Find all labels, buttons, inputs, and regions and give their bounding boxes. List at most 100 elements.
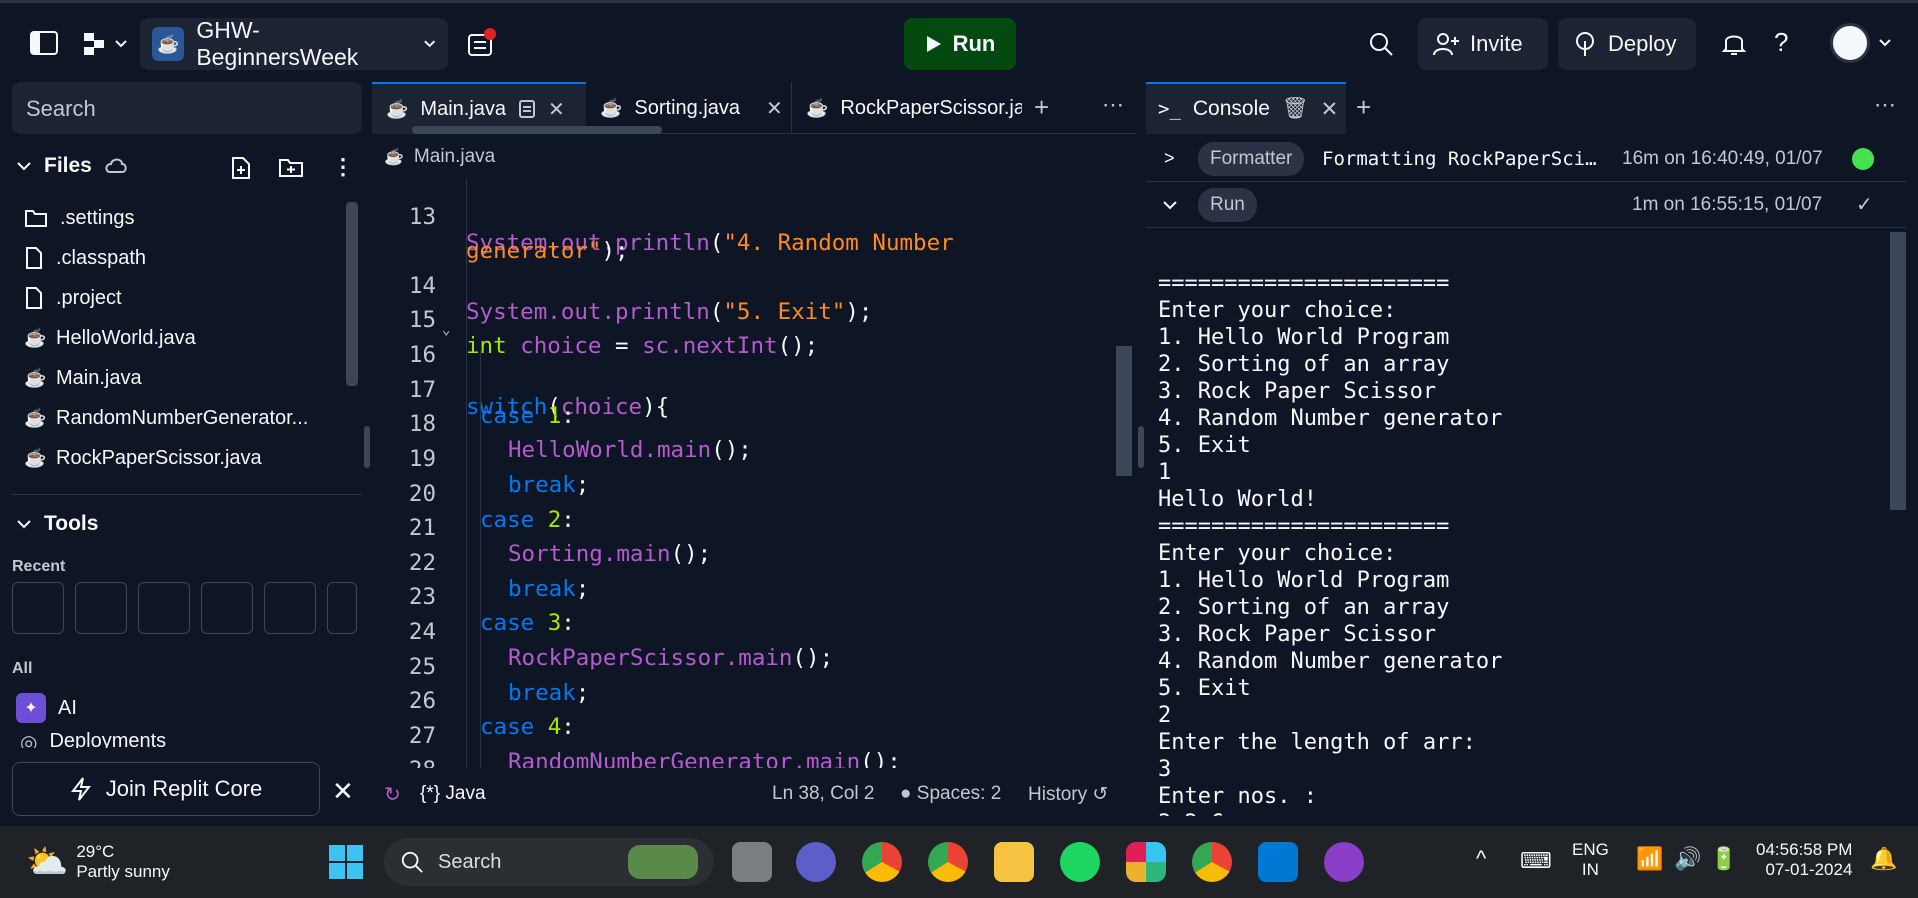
close-tab-icon[interactable]: ✕	[548, 97, 565, 122]
file-explorer-icon[interactable]	[994, 842, 1034, 882]
wifi-icon[interactable]: 📶	[1636, 846, 1663, 872]
windows-start-icon[interactable]	[328, 844, 364, 885]
sidebar-toggle-icon[interactable]	[30, 31, 58, 55]
avatar[interactable]	[1830, 23, 1892, 63]
file-tree: .settings .classpath .project ☕ HelloWor…	[12, 200, 362, 486]
file-tree-item[interactable]: .settings	[24, 200, 134, 236]
fold-chevron-icon[interactable]: ⌄	[442, 322, 450, 338]
trash-icon[interactable]: 🗑	[1282, 97, 1309, 121]
tools-title: Tools	[44, 512, 99, 535]
invite-button[interactable]: Invite	[1418, 18, 1548, 70]
chrome-icon[interactable]	[862, 842, 902, 882]
close-tab-icon[interactable]: ✕	[1321, 97, 1339, 122]
chrome-icon[interactable]	[1192, 842, 1232, 882]
notifications-panel-icon[interactable]	[466, 27, 496, 59]
close-icon[interactable]: ✕	[332, 776, 354, 807]
top-bar: ☕ GHW-BeginnersWeek Run Invite Deploy ?	[0, 0, 1918, 82]
close-tab-icon[interactable]: ✕	[766, 96, 783, 121]
file-tree-item[interactable]: .project	[24, 280, 122, 316]
tabs-scrollbar[interactable]	[412, 126, 662, 134]
new-folder-icon[interactable]	[278, 156, 304, 178]
more-options-icon[interactable]: ⋯	[1874, 92, 1896, 118]
deploy-button[interactable]: Deploy	[1558, 18, 1696, 70]
replit-agent-icon[interactable]: ↻	[384, 782, 401, 807]
notification-center-icon[interactable]: 🔔	[1870, 846, 1897, 872]
document-icon	[519, 100, 536, 118]
recent-tool-slot[interactable]	[138, 582, 190, 634]
code-text: generator");	[466, 238, 629, 264]
console-output[interactable]: ====================== Enter your choice…	[1158, 270, 1898, 816]
language-indicator[interactable]: ENG IN	[1572, 840, 1609, 880]
keyboard-icon[interactable]: ⌨	[1520, 848, 1552, 874]
replit-logo-icon[interactable]	[82, 31, 128, 57]
region-label: IN	[1581, 860, 1599, 879]
code-line: 14 System.out.println("5. Exit");	[372, 247, 873, 325]
recent-tool-slot[interactable]	[12, 582, 64, 634]
teams-icon[interactable]	[796, 842, 836, 882]
chevron-up-icon[interactable]: ^	[1476, 846, 1486, 872]
file-tree-item[interactable]: ☕ Main.java	[24, 360, 142, 396]
slack-icon[interactable]	[1126, 842, 1166, 882]
sidebar-resize-handle[interactable]	[364, 426, 370, 468]
console-scrollbar[interactable]	[1890, 232, 1906, 510]
tool-item-ai[interactable]: ✦ AI	[16, 690, 77, 726]
bell-icon[interactable]	[1722, 29, 1746, 57]
file-tree-item[interactable]: ☕ RandomNumberGenerator...	[24, 400, 308, 436]
files-header[interactable]: Files ⋮	[16, 154, 356, 180]
file-name: Main.java	[56, 366, 142, 389]
pane-resize-handle[interactable]	[1138, 426, 1144, 468]
sidebar: Search Files ⋮ .settings .classpath .pro…	[12, 82, 364, 816]
help-icon[interactable]: ?	[1774, 27, 1788, 58]
file-name: .settings	[60, 206, 135, 229]
lang-label: ENG	[1572, 840, 1609, 859]
github-desktop-icon[interactable]	[1324, 842, 1364, 882]
code-line: 27 RandomNumberGenerator.main();	[372, 697, 901, 768]
divider	[12, 494, 362, 495]
file-tree-scrollbar[interactable]	[346, 202, 358, 386]
code-editor[interactable]: 13 System.out.println("4. Random Number …	[372, 178, 1136, 768]
volume-icon[interactable]: 🔊	[1674, 846, 1701, 872]
tools-header[interactable]: Tools	[16, 512, 98, 536]
search-icon	[401, 851, 423, 873]
add-tab-icon[interactable]: +	[1034, 92, 1049, 123]
chrome-icon[interactable]	[928, 842, 968, 882]
recent-tool-slot[interactable]	[327, 582, 357, 634]
more-options-icon[interactable]: ⋮	[332, 154, 354, 180]
search-icon[interactable]	[1368, 31, 1394, 57]
task-view-icon[interactable]	[732, 842, 772, 882]
chevron-right-icon: >	[1164, 148, 1175, 168]
run-type-pill: Run	[1198, 187, 1257, 222]
chevron-down-icon	[423, 40, 435, 48]
clock[interactable]: 04:56:58 PM 07-01-2024	[1756, 840, 1852, 880]
console-run-row[interactable]: Run 1m on 16:55:15, 01/07 ✓	[1146, 182, 1906, 228]
run-button[interactable]: Run	[904, 18, 1016, 70]
file-tree-item[interactable]: ☕ RockPaperScissor.java	[24, 440, 262, 476]
file-tree-item[interactable]: .classpath	[24, 240, 146, 276]
file-tree-item[interactable]: ☕ HelloWorld.java	[24, 320, 196, 356]
spaces-indicator[interactable]: ● Spaces: 2	[900, 783, 1001, 805]
spotify-icon[interactable]	[1060, 842, 1100, 882]
recent-tool-slot[interactable]	[201, 582, 253, 634]
tab-console[interactable]: >_ Console 🗑 ✕	[1146, 82, 1346, 134]
battery-icon[interactable]: 🔋	[1710, 846, 1737, 872]
cursor-position[interactable]: Ln 38, Col 2	[772, 783, 874, 805]
recent-tool-slot[interactable]	[264, 582, 316, 634]
more-options-icon[interactable]: ⋯	[1102, 92, 1124, 118]
join-replit-core-button[interactable]: Join Replit Core	[12, 762, 320, 816]
weather-widget[interactable]: ⛅ 29°C Partly sunny	[26, 842, 170, 882]
project-selector[interactable]: ☕ GHW-BeginnersWeek	[140, 17, 448, 70]
add-tab-icon[interactable]: +	[1356, 92, 1371, 123]
language-indicator[interactable]: {*} Java	[420, 783, 486, 805]
recent-tool-slot[interactable]	[75, 582, 127, 634]
taskbar-search[interactable]: Search	[384, 838, 714, 886]
breadcrumb-label[interactable]: Main.java	[414, 146, 495, 168]
search-input[interactable]: Search	[12, 82, 362, 134]
history-button[interactable]: History ↺	[1028, 783, 1108, 806]
tool-item-deployments[interactable]: ◎ Deployments	[20, 730, 166, 748]
vscode-icon[interactable]	[1258, 842, 1298, 882]
tab-rockpaperscissor-java[interactable]: ☕ RockPaperScissor.ja	[792, 82, 1022, 134]
console-run-row[interactable]: > Formatter Formatting RockPaperSci… 16m…	[1146, 136, 1906, 182]
java-logo-icon: ☕	[152, 27, 185, 61]
new-file-icon[interactable]	[230, 156, 252, 180]
editor-scrollbar[interactable]	[1116, 346, 1132, 476]
